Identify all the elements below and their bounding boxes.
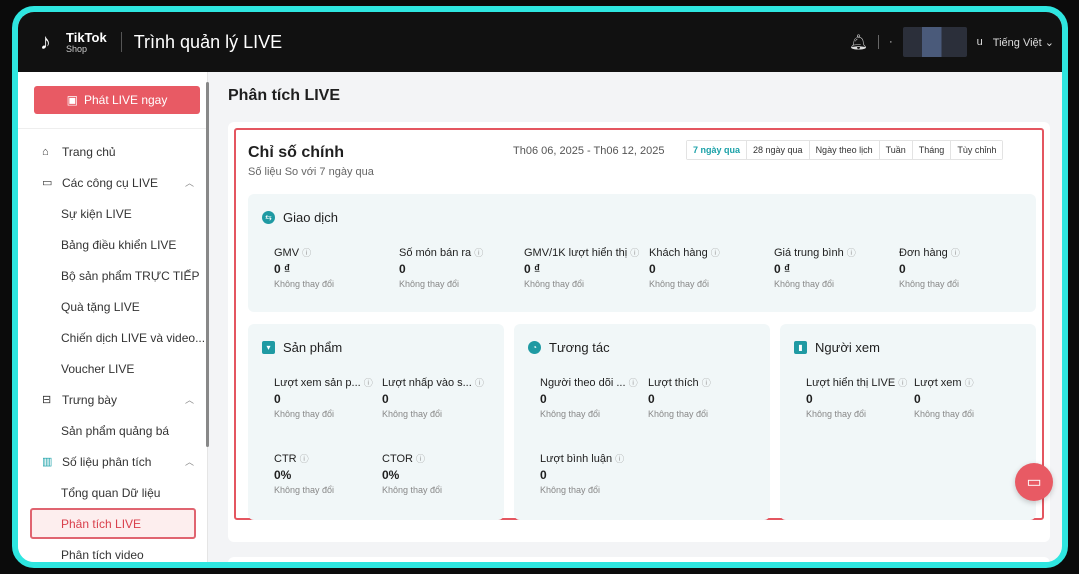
tiktok-shop-logo[interactable]: ♪ TikTok Shop — [40, 29, 107, 55]
info-icon[interactable]: ⓘ — [702, 378, 711, 388]
live-tools-icon: ▭ — [42, 177, 53, 189]
info-icon[interactable]: ⓘ — [475, 378, 484, 388]
sidebar-item-home[interactable]: ⌂ Trang chủ — [18, 136, 208, 167]
divider — [18, 128, 207, 129]
chevron-up-icon[interactable]: ︿ — [185, 393, 194, 406]
info-icon[interactable]: ⓘ — [416, 454, 425, 464]
viewers-panel: ▮ Người xem Lượt hiển thị LIVE ⓘ 0 Không… — [780, 324, 1036, 520]
sidebar-item-data-overview[interactable]: Tổng quan Dữ liệu — [18, 477, 208, 508]
metric-ctr: CTR ⓘ 0% Không thay đổi — [274, 453, 335, 495]
info-icon[interactable]: ⓘ — [364, 378, 373, 388]
sidebar-item-live-gifts[interactable]: Quà tặng LIVE — [18, 291, 208, 322]
product-bag-icon: ▾ — [262, 341, 275, 354]
app-window: ♪ TikTok Shop Trình quản lý LIVE 🔔︎ · u … — [12, 6, 1068, 568]
secondary-card — [228, 557, 1050, 562]
info-icon[interactable]: ⓘ — [629, 378, 638, 388]
metric-likes: Lượt thích ⓘ 0 Không thay đổi — [648, 377, 711, 419]
metric-items-sold: Số món bán ra ⓘ 0 Không thay đổi — [399, 247, 484, 289]
products-panel: ▾ Sản phẩm Lượt xem sản p... ⓘ 0 Không t… — [248, 324, 504, 520]
info-icon[interactable]: ⓘ — [630, 248, 639, 258]
tab-month[interactable]: Tháng — [912, 141, 952, 159]
info-icon[interactable]: ⓘ — [965, 378, 974, 388]
sidebar-item-live-events[interactable]: Sự kiện LIVE — [18, 198, 208, 229]
main-content: Phân tích LIVE Chỉ số chính Số liệu So v… — [208, 72, 1062, 562]
panel-title: Giao dịch — [283, 210, 338, 225]
info-icon[interactable]: ⓘ — [302, 248, 311, 258]
go-live-button[interactable]: ▣ Phát LIVE ngay — [34, 86, 200, 114]
tiktok-note-icon: ♪ — [40, 29, 51, 54]
sidebar-item-live-campaigns[interactable]: Chiến dịch LIVE và video... — [18, 322, 208, 353]
divider — [878, 35, 879, 49]
metric-views: Lượt xem ⓘ 0 Không thay đổi — [914, 377, 975, 419]
chevron-up-icon[interactable]: ︿ — [185, 455, 194, 468]
sidebar-item-showcase[interactable]: ⊟ Trưng bày ︿ — [18, 384, 208, 415]
metric-product-clicks: Lượt nhấp vào s... ⓘ 0 Không thay đổi — [382, 377, 484, 419]
message-icon: ▭ — [1026, 474, 1042, 491]
metric-product-views: Lượt xem sản p... ⓘ 0 Không thay đổi — [274, 377, 373, 419]
metric-average-price: Giá trung bình ⓘ 0 ₫ Không thay đổi — [774, 247, 856, 289]
metric-comments: Lượt bình luận ⓘ 0 Không thay đổi — [540, 453, 625, 495]
dot: · — [889, 36, 893, 48]
section-subtitle: Số liệu So với 7 ngày qua — [248, 166, 374, 178]
info-icon[interactable]: ⓘ — [847, 248, 856, 258]
info-icon[interactable]: ⓘ — [474, 248, 483, 258]
home-icon: ⌂ — [42, 145, 49, 158]
key-metrics-card: Chỉ số chính Số liệu So với 7 ngày qua T… — [228, 122, 1050, 542]
metric-customers: Khách hàng ⓘ 0 Không thay đổi — [649, 247, 720, 289]
divider — [120, 32, 122, 52]
tab-week[interactable]: Tuần — [879, 141, 913, 159]
panel-title: Sản phẩm — [283, 340, 343, 355]
sidebar: ▣ Phát LIVE ngay ⌂ Trang chủ ▭ Các công … — [18, 72, 208, 562]
sidebar-item-analytics[interactable]: ▥ Số liệu phân tích ︿ — [18, 446, 208, 477]
logo-sub: Shop — [66, 43, 88, 54]
tab-custom[interactable]: Tùy chỉnh — [951, 141, 1003, 159]
info-icon[interactable]: ⓘ — [711, 248, 720, 258]
sidebar-item-live-analytics[interactable]: Phân tích LIVE — [30, 508, 196, 539]
sidebar-item-live-tools[interactable]: ▭ Các công cụ LIVE ︿ — [18, 167, 208, 198]
user-name[interactable]: u — [977, 36, 983, 48]
viewers-chart-icon: ▮ — [794, 341, 807, 354]
avatar[interactable] — [902, 27, 967, 57]
date-range[interactable]: Th06 06, 2025 - Th06 12, 2025 — [513, 145, 664, 157]
logo-brand: TikTok — [66, 29, 107, 45]
sidebar-item-live-dashboard[interactable]: Bảng điều khiển LIVE — [18, 229, 208, 260]
analytics-icon: ▥ — [42, 456, 53, 468]
sidebar-item-video-analytics[interactable]: Phân tích video — [18, 539, 208, 562]
language-selector[interactable]: Tiếng Việt ⌄ — [993, 36, 1054, 49]
app-title: Trình quản lý LIVE — [133, 31, 283, 52]
sidebar-nav: ⌂ Trang chủ ▭ Các công cụ LIVE ︿ Sự kiện… — [18, 136, 208, 562]
sidebar-item-promoted-products[interactable]: Sản phẩm quảng bá — [18, 415, 208, 446]
transactions-panel: ⇆ Giao dịch GMV ⓘ 0 ₫ Không thay đổi Số … — [248, 194, 1036, 312]
info-icon[interactable]: ⓘ — [300, 454, 309, 464]
info-icon[interactable]: ⓘ — [951, 248, 960, 258]
top-bar: ♪ TikTok Shop Trình quản lý LIVE 🔔︎ · u … — [18, 12, 1062, 72]
bell-icon[interactable]: 🔔︎ — [849, 33, 868, 51]
page-title: Phân tích LIVE — [228, 87, 341, 104]
metric-new-followers: Người theo dõi ... ⓘ 0 Không thay đổi — [540, 377, 638, 419]
sidebar-item-live-product-set[interactable]: Bộ sản phẩm TRỰC TIẾP — [18, 260, 208, 291]
info-icon[interactable]: ⓘ — [615, 454, 624, 464]
engagement-panel: ◔ Tương tác Người theo dõi ... ⓘ 0 Không… — [514, 324, 770, 520]
chat-support-button[interactable]: ▭ — [1015, 463, 1053, 501]
metric-live-impressions: Lượt hiển thị LIVE ⓘ 0 Không thay đổi — [806, 377, 908, 419]
showcase-icon: ⊟ — [42, 394, 52, 406]
section-title: Chỉ số chính — [248, 144, 344, 161]
sidebar-item-live-voucher[interactable]: Voucher LIVE — [18, 353, 208, 384]
tab-7-days[interactable]: 7 ngày qua — [687, 141, 748, 159]
metric-orders: Đơn hàng ⓘ 0 Không thay đổi — [899, 247, 960, 289]
metric-gmv: GMV ⓘ 0 ₫ Không thay đổi — [274, 247, 335, 289]
panel-title: Người xem — [815, 340, 880, 355]
tab-calendar-day[interactable]: Ngày theo lịch — [809, 141, 880, 159]
live-calendar-icon: ▣ — [66, 93, 78, 107]
metric-gmv-per-1k: GMV/1K lượt hiển thị ⓘ 0 ₫ Không thay đổ… — [524, 247, 640, 289]
chevron-up-icon[interactable]: ︿ — [185, 176, 194, 189]
transactions-icon: ⇆ — [262, 211, 275, 224]
panel-title: Tương tác — [549, 340, 610, 355]
period-tabs: 7 ngày qua 28 ngày qua Ngày theo lịch Tu… — [686, 140, 1004, 160]
chat-bubble-icon: ◔ — [528, 341, 541, 354]
tab-28-days[interactable]: 28 ngày qua — [747, 141, 810, 159]
metric-ctor: CTOR ⓘ 0% Không thay đổi — [382, 453, 443, 495]
info-icon[interactable]: ⓘ — [898, 378, 907, 388]
